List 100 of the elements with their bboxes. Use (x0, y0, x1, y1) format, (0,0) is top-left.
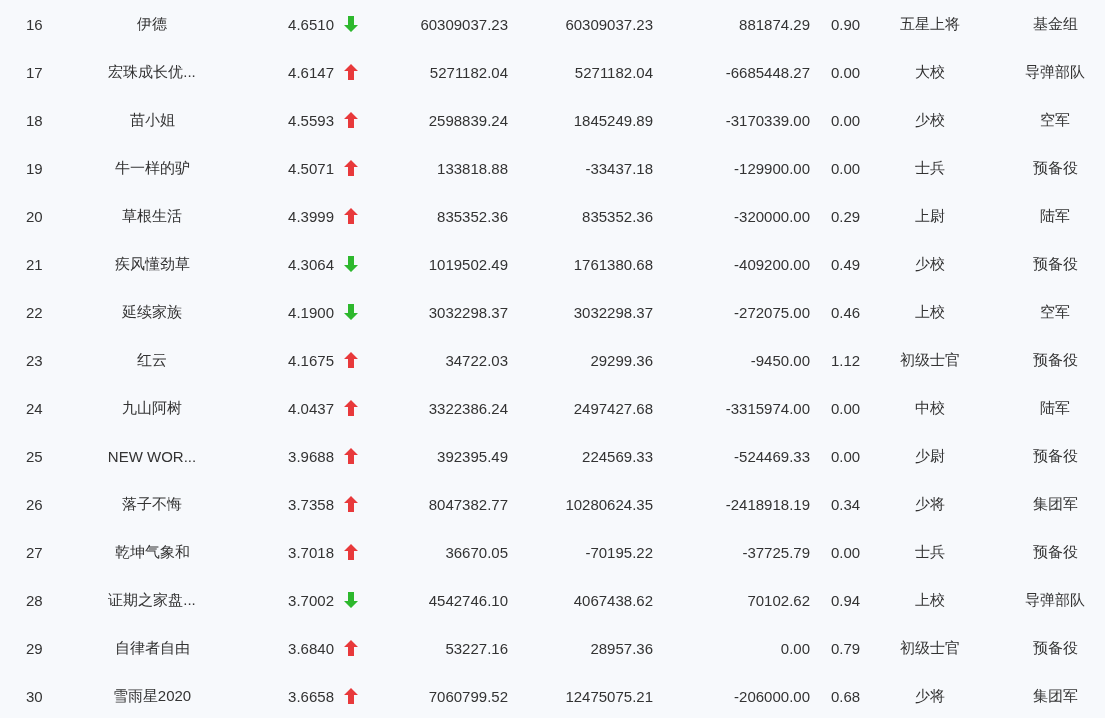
up-arrow-icon (344, 496, 358, 512)
down-arrow-icon (344, 16, 358, 32)
rank-cell-text: 27 (25, 543, 44, 561)
table-cell-text: 4542746.10 (427, 591, 509, 609)
level-cell-text: 初级士官 (899, 638, 961, 658)
name-cell-text: 宏珠成长优... (107, 62, 197, 82)
table-cell-text: -272075.00 (733, 303, 811, 321)
name-cell-text: 落子不悔 (121, 494, 183, 514)
table-cell-text: 3032298.37 (427, 303, 509, 321)
table-cell-text: 0.46 (830, 303, 862, 321)
name-cell-text: 苗小姐 (128, 110, 176, 130)
name-cell-text: 草根生活 (121, 206, 183, 226)
table-cell-text: 3322386.24 (427, 399, 509, 417)
table-cell-text: 0.00 (779, 639, 811, 657)
score-cell-text: 4.3064 (287, 255, 335, 273)
table-cell-text: 29299.36 (589, 351, 654, 369)
rank-cell-text: 16 (25, 15, 44, 33)
group-cell-text: 陆军 (1039, 206, 1071, 226)
up-arrow-icon (344, 640, 358, 656)
group-cell-text: 预备役 (1031, 638, 1079, 658)
level-cell-text: 五星上将 (899, 14, 961, 34)
table-cell-text: 60309037.23 (564, 15, 654, 33)
score-cell-text: 3.7358 (287, 495, 335, 513)
table-cell-text: 0.29 (830, 207, 862, 225)
group-cell-text: 基金组 (1031, 14, 1079, 34)
table-cell-text: -9450.00 (749, 351, 811, 369)
table-cell-text: 2598839.24 (427, 111, 509, 129)
up-arrow-icon (344, 400, 358, 416)
level-cell-text: 上校 (914, 302, 946, 322)
table-cell-text: 53227.16 (444, 639, 509, 657)
score-cell-text: 4.1675 (287, 351, 335, 369)
table-cell-text: 10280624.35 (564, 495, 654, 513)
table-cell-text: 34722.03 (444, 351, 509, 369)
up-arrow-icon (344, 208, 358, 224)
table-cell-text: 5271182.04 (428, 63, 509, 81)
table-cell-text: 8047382.77 (427, 495, 509, 513)
table-cell-text: -3170339.00 (724, 111, 811, 129)
level-cell-text: 初级士官 (899, 350, 961, 370)
table-cell-text: 133818.88 (436, 159, 509, 177)
table-cell-text: 0.68 (830, 687, 862, 705)
group-cell-text: 集团军 (1031, 494, 1079, 514)
name-cell-text: 乾坤气象和 (113, 542, 191, 562)
group-cell-text: 预备役 (1031, 542, 1079, 562)
table-cell-text: 0.00 (830, 63, 862, 81)
up-arrow-icon (344, 352, 358, 368)
table-cell-text: -524469.33 (733, 447, 811, 465)
table-cell-text: -409200.00 (733, 255, 811, 273)
group-cell-text: 预备役 (1031, 158, 1079, 178)
table-cell-text: 3032298.37 (572, 303, 654, 321)
table-cell-text: 36670.05 (444, 543, 509, 561)
rank-cell-text: 30 (25, 687, 44, 705)
level-cell-text: 少尉 (914, 446, 946, 466)
group-cell-text: 导弹部队 (1024, 590, 1086, 610)
rank-cell-text: 17 (25, 63, 44, 81)
table-cell-text: 5271182.04 (573, 63, 654, 81)
table-cell-text: 224569.33 (581, 447, 654, 465)
table-cell-text: 1019502.49 (427, 255, 509, 273)
group-cell-text: 集团军 (1031, 686, 1079, 706)
level-cell-text: 少校 (914, 254, 946, 274)
level-cell-text: 少将 (914, 686, 946, 706)
name-cell-text: 疾风懂劲草 (113, 254, 191, 274)
rank-cell-text: 23 (25, 351, 44, 369)
name-cell-text: 自律者自由 (113, 638, 191, 658)
level-cell-text: 少校 (914, 110, 946, 130)
table-cell-text: -33437.18 (584, 159, 654, 177)
table-cell-text: -70195.22 (584, 543, 654, 561)
table-cell-text: 0.00 (830, 111, 862, 129)
group-cell-text: 空军 (1039, 302, 1071, 322)
rank-cell-text: 22 (25, 303, 44, 321)
table-cell-text: 835352.36 (581, 207, 654, 225)
level-cell-text: 上尉 (914, 206, 946, 226)
group-cell-text: 导弹部队 (1024, 62, 1086, 82)
score-cell-text: 3.9688 (287, 447, 335, 465)
down-arrow-icon (344, 592, 358, 608)
name-cell-text: 雪雨星2020 (111, 686, 193, 706)
down-arrow-icon (344, 304, 358, 320)
score-cell-text: 4.0437 (287, 399, 335, 417)
up-arrow-icon (344, 64, 358, 80)
table-cell-text: -320000.00 (733, 207, 811, 225)
level-cell-text: 上校 (914, 590, 946, 610)
table-cell-text: 70102.62 (746, 591, 811, 609)
table-cell-text: 1845249.89 (572, 111, 654, 129)
level-cell-text: 大校 (914, 62, 946, 82)
group-cell-text: 预备役 (1031, 350, 1079, 370)
rank-cell-text: 18 (25, 111, 44, 129)
score-cell-text: 3.6658 (287, 687, 335, 705)
name-cell-text: 九山阿树 (121, 398, 183, 418)
level-cell-text: 少将 (914, 494, 946, 514)
table-cell-text: 0.00 (830, 543, 862, 561)
score-cell-text: 4.3999 (287, 207, 335, 225)
up-arrow-icon (344, 112, 358, 128)
table-cell-text: 881874.29 (738, 15, 811, 33)
table-cell-text: 0.94 (830, 591, 862, 609)
table-cell-text: 0.00 (830, 447, 862, 465)
rank-cell-text: 28 (25, 591, 44, 609)
table-cell-text: 4067438.62 (572, 591, 654, 609)
group-cell-text: 陆军 (1039, 398, 1071, 418)
table-cell-text: -37725.79 (741, 543, 811, 561)
table-cell-text: 2497427.68 (572, 399, 654, 417)
level-cell-text: 中校 (914, 398, 946, 418)
